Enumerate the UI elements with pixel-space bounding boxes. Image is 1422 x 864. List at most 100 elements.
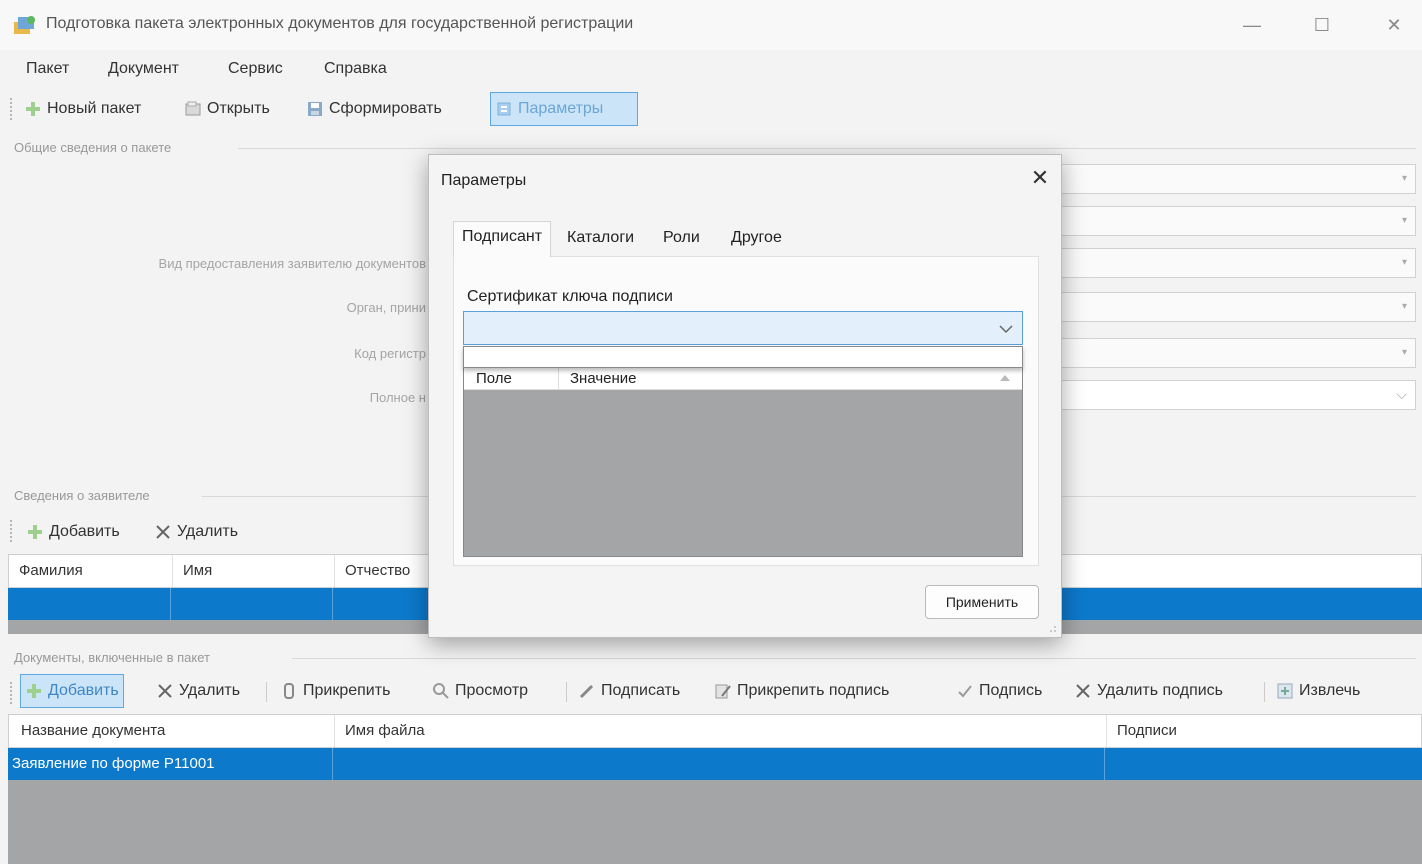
field-label-registration-code: Код регистр bbox=[354, 346, 426, 361]
combo-full-name[interactable]: ⌵ bbox=[1060, 380, 1416, 410]
tab-roles[interactable]: Роли bbox=[655, 223, 708, 257]
plus-icon bbox=[27, 684, 41, 698]
build-label: Сформировать bbox=[329, 100, 442, 117]
settings-icon bbox=[497, 102, 511, 116]
cert-combo[interactable] bbox=[463, 311, 1023, 345]
tab-signer[interactable]: Подписант bbox=[453, 221, 552, 257]
documents-grid-header: Название документа Имя файла Подписи bbox=[8, 714, 1422, 748]
applicant-add-label: Добавить bbox=[49, 523, 120, 540]
doc-attach-button[interactable]: Прикрепить bbox=[276, 674, 394, 708]
menu-service[interactable]: Сервис bbox=[228, 60, 283, 78]
toolbar-separator bbox=[1264, 682, 1265, 702]
cell-divider bbox=[332, 748, 333, 780]
params-label: Параметры bbox=[518, 100, 604, 117]
menu-help[interactable]: Справка bbox=[324, 60, 387, 78]
open-folder-icon bbox=[185, 101, 201, 116]
toolbar-grip[interactable] bbox=[10, 98, 14, 120]
toolbar-grip[interactable] bbox=[10, 682, 14, 704]
combo-document-delivery[interactable]: ▾ bbox=[1060, 248, 1416, 278]
combo-field-2[interactable]: ▾ bbox=[1060, 206, 1416, 236]
applicant-delete-button[interactable]: Удалить bbox=[150, 515, 242, 549]
doc-signature-label: Подпись bbox=[979, 682, 1043, 699]
cell-divider bbox=[170, 588, 171, 620]
doc-signature-button[interactable]: Подпись bbox=[952, 674, 1046, 708]
column-header-document-name[interactable]: Название документа bbox=[9, 715, 335, 747]
column-header-first-name[interactable]: Имя bbox=[173, 555, 335, 587]
cell-divider bbox=[558, 366, 559, 389]
documents-grid-empty-area bbox=[8, 780, 1422, 864]
magnifier-icon bbox=[433, 683, 449, 699]
main-toolbar: Новый пакет Открыть Сформировать Парамет… bbox=[0, 92, 1422, 128]
documents-group-label: Документы, включенные в пакет bbox=[14, 650, 210, 665]
pen-icon bbox=[579, 684, 594, 699]
doc-add-label: Добавить bbox=[48, 682, 119, 699]
apply-button[interactable]: Применить bbox=[925, 585, 1039, 619]
doc-extract-button[interactable]: Извлечь bbox=[1272, 674, 1364, 708]
doc-delete-label: Удалить bbox=[179, 682, 241, 699]
plus-icon bbox=[28, 525, 42, 539]
field-label-document-delivery: Вид предоставления заявителю документов bbox=[158, 256, 426, 271]
chevron-down-icon: ▾ bbox=[1401, 301, 1407, 312]
table-row[interactable]: Заявление по форме Р11001 bbox=[8, 748, 1422, 780]
cert-grid-header: Поле Значение bbox=[464, 366, 1022, 390]
menu-package[interactable]: Пакет bbox=[26, 60, 69, 78]
tab-catalogs[interactable]: Каталоги bbox=[559, 223, 642, 257]
combo-authority[interactable]: ▾ bbox=[1060, 292, 1416, 322]
menu-document[interactable]: Документ bbox=[108, 60, 179, 78]
new-package-button[interactable]: Новый пакет bbox=[20, 92, 145, 126]
combo-registration-code[interactable]: ▾ bbox=[1060, 338, 1416, 368]
doc-attach-signature-button[interactable]: Прикрепить подпись bbox=[710, 674, 893, 708]
maximize-button[interactable]: ☐ bbox=[1302, 10, 1342, 40]
cell-divider bbox=[332, 588, 333, 620]
chevron-down-icon: ▾ bbox=[1401, 215, 1407, 226]
applicant-add-button[interactable]: Добавить bbox=[22, 515, 124, 549]
signature-attach-icon bbox=[715, 684, 731, 699]
chevron-down-icon: ▾ bbox=[1401, 257, 1407, 268]
parameters-dialog: Параметры ✕ Подписант Каталоги Роли Друг… bbox=[428, 154, 1062, 638]
resize-grip-icon[interactable] bbox=[1045, 621, 1057, 633]
column-header-field[interactable]: Поле bbox=[476, 370, 512, 387]
column-header-surname[interactable]: Фамилия bbox=[9, 555, 173, 587]
column-header-signatures[interactable]: Подписи bbox=[1107, 715, 1422, 747]
group-divider bbox=[292, 658, 1416, 659]
plus-icon bbox=[26, 102, 40, 116]
cert-label: Сертификат ключа подписи bbox=[467, 288, 673, 305]
params-button[interactable]: Параметры bbox=[490, 92, 638, 126]
title-bar: Подготовка пакета электронных документов… bbox=[0, 0, 1422, 50]
build-button[interactable]: Сформировать bbox=[302, 92, 446, 126]
doc-add-button[interactable]: Добавить bbox=[20, 674, 124, 708]
cell-document-name: Заявление по форме Р11001 bbox=[12, 755, 215, 772]
window-title: Подготовка пакета электронных документов… bbox=[46, 15, 634, 32]
group-divider bbox=[238, 148, 1416, 149]
toolbar-separator bbox=[266, 682, 267, 702]
doc-delete-signature-button[interactable]: Удалить подпись bbox=[1070, 674, 1227, 708]
combo-field-1[interactable]: ▾ bbox=[1060, 164, 1416, 194]
open-button[interactable]: Открыть bbox=[180, 92, 274, 126]
doc-delete-button[interactable]: Удалить bbox=[152, 674, 244, 708]
paperclip-icon bbox=[284, 683, 294, 699]
cert-dropdown-list[interactable] bbox=[463, 346, 1023, 368]
doc-delete-signature-label: Удалить подпись bbox=[1097, 682, 1224, 699]
menu-bar: Пакет Документ Сервис Справка bbox=[0, 52, 1422, 88]
doc-attach-signature-label: Прикрепить подпись bbox=[737, 682, 890, 699]
package-info-group-label: Общие сведения о пакете bbox=[14, 140, 172, 155]
doc-view-button[interactable]: Просмотр bbox=[428, 674, 532, 708]
cert-details-grid: Поле Значение bbox=[463, 365, 1023, 557]
new-package-label: Новый пакет bbox=[47, 100, 142, 117]
toolbar-separator bbox=[566, 682, 567, 702]
doc-extract-label: Извлечь bbox=[1299, 682, 1361, 699]
column-header-file-name[interactable]: Имя файла bbox=[335, 715, 1107, 747]
close-button[interactable]: ✕ bbox=[1374, 10, 1414, 40]
minimize-button[interactable]: — bbox=[1232, 10, 1272, 40]
dialog-title: Параметры bbox=[441, 172, 527, 189]
toolbar-grip[interactable] bbox=[10, 520, 14, 542]
extract-icon bbox=[1277, 683, 1293, 699]
doc-sign-button[interactable]: Подписать bbox=[574, 674, 684, 708]
tab-other[interactable]: Другое bbox=[723, 223, 790, 257]
scroll-up-icon[interactable] bbox=[998, 373, 1012, 383]
chevron-down-icon bbox=[999, 325, 1013, 334]
dialog-close-icon[interactable]: ✕ bbox=[1025, 163, 1055, 193]
column-header-value[interactable]: Значение bbox=[570, 370, 637, 387]
doc-attach-label: Прикрепить bbox=[303, 682, 391, 699]
chevron-down-icon: ⌵ bbox=[1396, 386, 1407, 402]
